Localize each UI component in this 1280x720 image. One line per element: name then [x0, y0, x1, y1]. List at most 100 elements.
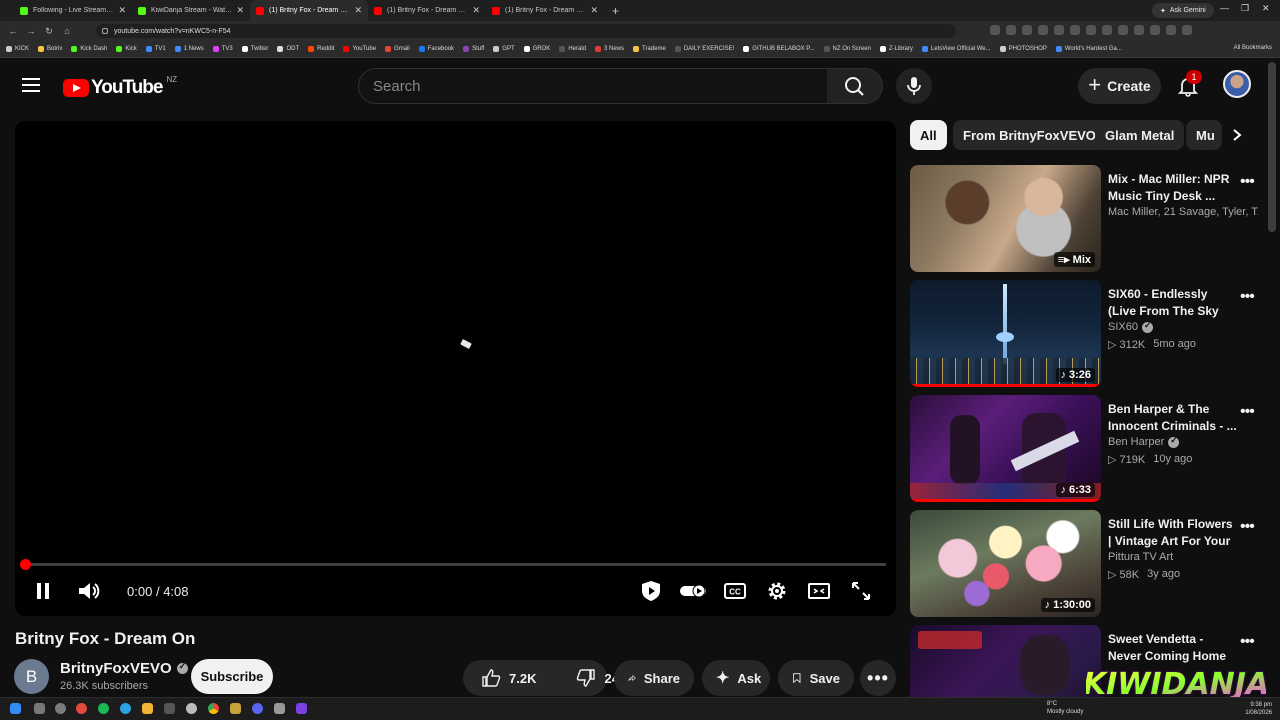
- bookmark-item[interactable]: Trademe: [633, 46, 666, 52]
- more-options-icon[interactable]: •••: [1240, 288, 1255, 306]
- bookmark-item[interactable]: Z-Library: [879, 46, 913, 52]
- extension-icon[interactable]: [1086, 25, 1096, 35]
- recommendation-item[interactable]: ♪ 1:30:00 Still Life With Flowers | Vint…: [910, 510, 1262, 620]
- more-options-icon[interactable]: •••: [1240, 403, 1255, 421]
- app-icon[interactable]: [186, 703, 197, 714]
- volume-button[interactable]: [76, 579, 102, 603]
- youtube-logo[interactable]: YouTube NZ: [63, 75, 177, 99]
- close-tab-icon[interactable]: ✕: [118, 5, 126, 16]
- bookmark-item[interactable]: TV1: [145, 46, 166, 52]
- chrome-icon[interactable]: [208, 703, 219, 714]
- video-thumbnail[interactable]: ♪ 1:30:00: [910, 510, 1101, 617]
- bookmark-item[interactable]: YouTube: [343, 46, 376, 52]
- autoplay-toggle[interactable]: [678, 579, 708, 603]
- subscribe-button[interactable]: Subscribe: [191, 659, 273, 694]
- chip-music[interactable]: Mu: [1186, 120, 1222, 150]
- edge-icon[interactable]: [120, 703, 131, 714]
- home-icon[interactable]: ⌂: [62, 26, 72, 36]
- close-tab-icon[interactable]: ✕: [236, 5, 244, 16]
- file-explorer-icon[interactable]: [142, 703, 153, 714]
- video-thumbnail[interactable]: [910, 625, 1101, 697]
- discord-icon[interactable]: [252, 703, 263, 714]
- extension-icon[interactable]: [1070, 25, 1080, 35]
- save-button[interactable]: Save: [778, 660, 854, 696]
- app-icon[interactable]: [164, 703, 175, 714]
- spotify-icon[interactable]: [98, 703, 109, 714]
- app-icon[interactable]: [296, 703, 307, 714]
- browser-tab[interactable]: (1) Britny Fox - Dream On - You ✕: [368, 0, 486, 21]
- bookmark-item[interactable]: PHOTOSHOP: [999, 46, 1047, 52]
- recommendation-channel-row[interactable]: SIX60: [1108, 321, 1258, 333]
- fullscreen-button[interactable]: [849, 579, 873, 603]
- bookmark-item[interactable]: Twitter: [241, 46, 268, 52]
- taskview-icon[interactable]: [34, 703, 45, 714]
- bookmark-item[interactable]: Herald: [559, 46, 586, 52]
- create-button[interactable]: + Create: [1078, 68, 1161, 104]
- profile-icon[interactable]: [1166, 25, 1176, 35]
- captions-button[interactable]: CC: [723, 579, 747, 603]
- close-tab-icon[interactable]: ✕: [354, 5, 362, 16]
- bookmark-item[interactable]: Kick Dash: [71, 46, 107, 52]
- chip-glam-metal[interactable]: Glam Metal: [1095, 120, 1185, 150]
- browser-tab[interactable]: (1) Britny Fox - Dream On - You ✕: [486, 0, 604, 21]
- bookmark-item[interactable]: Reddit: [308, 46, 334, 52]
- close-window-icon[interactable]: ✕: [1262, 3, 1270, 14]
- video-thumbnail[interactable]: ≡▸ Mix: [910, 165, 1101, 272]
- recommendation-title[interactable]: Mix - Mac Miller: NPR Music Tiny Desk ..…: [1108, 171, 1238, 205]
- bookmark-item[interactable]: TV3: [212, 46, 233, 52]
- browser-tab[interactable]: KiwiDanja Stream - Watch Live ✕: [132, 0, 250, 21]
- video-player[interactable]: 0:00 / 4:08 CC: [15, 121, 896, 616]
- new-tab-button[interactable]: +: [612, 4, 619, 18]
- pause-button[interactable]: [31, 579, 55, 603]
- all-bookmarks-button[interactable]: All Bookmarks: [1234, 45, 1272, 51]
- extension-icon[interactable]: [1102, 25, 1112, 35]
- bookmark-item[interactable]: Stuff: [463, 46, 484, 52]
- download-icon[interactable]: [1150, 25, 1160, 35]
- reload-icon[interactable]: ↻: [44, 26, 54, 37]
- recommendation-title[interactable]: Still Life With Flowers | Vintage Art Fo…: [1108, 516, 1238, 550]
- system-clock[interactable]: 9:38 pm 1/08/2026: [1236, 701, 1272, 717]
- close-tab-icon[interactable]: ✕: [590, 5, 598, 16]
- more-options-icon[interactable]: •••: [1240, 173, 1255, 191]
- ask-gemini-button[interactable]: ✦ Ask Gemini: [1152, 3, 1214, 18]
- bookmark-item[interactable]: GITHUB BELABOX P...: [743, 46, 815, 52]
- forward-icon[interactable]: →: [26, 26, 36, 36]
- extension-icon[interactable]: [1054, 25, 1064, 35]
- bookmark-item[interactable]: GROK: [523, 46, 550, 52]
- sponsorblock-button[interactable]: [639, 579, 663, 603]
- search-button[interactable]: [827, 68, 883, 104]
- recommendation-item[interactable]: ♪ 6:33 Ben Harper & The Innocent Crimina…: [910, 395, 1262, 505]
- progress-bar[interactable]: [25, 563, 886, 566]
- bookmark-item[interactable]: 1 News: [174, 46, 204, 52]
- bookmark-item[interactable]: LetsView Official We...: [921, 46, 991, 52]
- more-options-icon[interactable]: •••: [1240, 633, 1255, 651]
- bookmark-item[interactable]: KICK: [6, 46, 29, 52]
- share-button[interactable]: Share: [614, 660, 694, 696]
- chips-next-button[interactable]: [1222, 120, 1252, 150]
- minimize-icon[interactable]: —: [1220, 3, 1229, 13]
- bookmark-star-icon[interactable]: [1022, 25, 1032, 35]
- app-icon[interactable]: [230, 703, 241, 714]
- recommendation-item[interactable]: ≡▸ Mix Mix - Mac Miller: NPR Music Tiny …: [910, 165, 1262, 275]
- zoom-icon[interactable]: [990, 25, 1000, 35]
- bookmark-item[interactable]: DAILY EXERCISE!: [674, 46, 734, 52]
- channel-name-link[interactable]: BritnyFoxVEVO: [60, 660, 188, 677]
- extension-icon[interactable]: [1038, 25, 1048, 35]
- account-avatar[interactable]: [1223, 70, 1251, 98]
- chip-all[interactable]: All: [910, 120, 947, 150]
- restore-icon[interactable]: ❐: [1241, 3, 1249, 14]
- bookmark-item[interactable]: Facebook: [418, 46, 454, 52]
- page-scrollbar[interactable]: [1268, 62, 1276, 232]
- chip-from-channel[interactable]: From BritnyFoxVEVO: [953, 120, 1106, 150]
- extension-icon[interactable]: [1118, 25, 1128, 35]
- bookmark-item[interactable]: GPT: [493, 46, 515, 52]
- close-tab-icon[interactable]: ✕: [472, 5, 480, 16]
- cast-icon[interactable]: [1006, 25, 1016, 35]
- app-icon[interactable]: [55, 703, 66, 714]
- bookmark-item[interactable]: Kick: [116, 46, 137, 52]
- app-icon[interactable]: [274, 703, 285, 714]
- ask-button[interactable]: ✦ Ask: [702, 660, 770, 696]
- recommendation-channel-row[interactable]: Ben Harper: [1108, 436, 1258, 448]
- bookmark-item[interactable]: Gmail: [385, 46, 410, 52]
- bookmark-item[interactable]: Botrix: [38, 46, 62, 52]
